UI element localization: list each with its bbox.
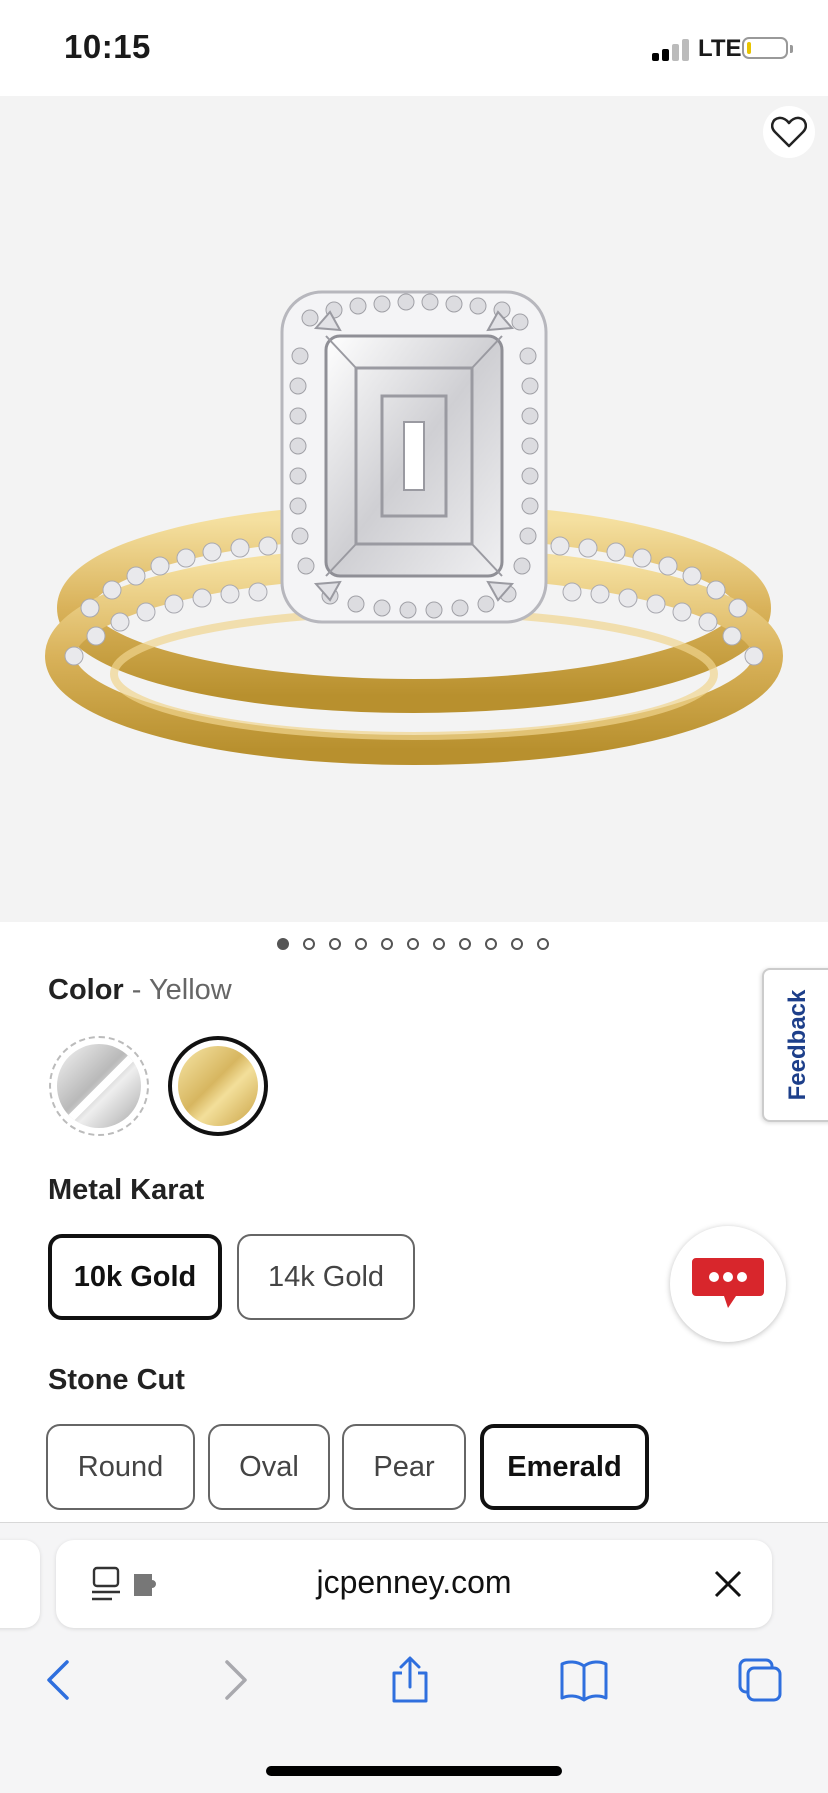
selected-color-value: Yellow — [148, 974, 232, 1006]
chevron-right-icon — [225, 1660, 247, 1700]
ring-illustration — [45, 290, 783, 765]
tabs-icon — [738, 1658, 782, 1702]
cut-option-emerald[interactable]: Emerald — [480, 1424, 649, 1510]
share-button[interactable] — [380, 1652, 440, 1708]
url-text: jcpenney.com — [316, 1564, 512, 1600]
cut-option-oval[interactable]: Oval — [208, 1424, 330, 1510]
carousel-dot[interactable] — [355, 938, 367, 950]
carousel-dot[interactable] — [329, 938, 341, 950]
home-indicator[interactable] — [266, 1766, 562, 1776]
tabs-button[interactable] — [730, 1652, 790, 1708]
carousel-dot[interactable] — [511, 938, 523, 950]
status-bar: 10:15 LTE — [0, 0, 828, 96]
back-button[interactable] — [28, 1652, 88, 1708]
carousel-dots[interactable] — [0, 938, 828, 950]
cut-option-round[interactable]: Round — [46, 1424, 195, 1510]
carousel-dot[interactable] — [407, 938, 419, 950]
address-bar[interactable]: jcpenney.com — [56, 1540, 772, 1628]
stone-cut-label-row: Stone Cut — [48, 1364, 185, 1397]
carousel-dot[interactable] — [537, 938, 549, 950]
wishlist-heart-icon[interactable] — [763, 106, 815, 158]
carousel-dot[interactable] — [277, 938, 289, 950]
feedback-tab[interactable]: Feedback — [762, 968, 828, 1122]
chevron-left-icon — [47, 1660, 69, 1700]
metal-karat-label-row: Metal Karat — [48, 1174, 204, 1207]
carousel-dot[interactable] — [381, 938, 393, 950]
cut-option-pear[interactable]: Pear — [342, 1424, 466, 1510]
battery-icon — [742, 37, 793, 59]
stone-cut-label: Stone Cut — [48, 1364, 185, 1396]
bookmarks-button[interactable] — [554, 1652, 614, 1708]
karat-option-14k[interactable]: 14k Gold — [237, 1234, 415, 1320]
cellular-signal-icon — [652, 37, 692, 61]
forward-button[interactable] — [206, 1652, 266, 1708]
metal-karat-label: Metal Karat — [48, 1174, 205, 1206]
carousel-dot[interactable] — [303, 938, 315, 950]
status-time: 10:15 — [64, 28, 151, 65]
book-icon — [560, 1660, 608, 1702]
previous-tab-peek[interactable] — [0, 1540, 40, 1628]
carousel-dot[interactable] — [459, 938, 471, 950]
carousel-dot[interactable] — [433, 938, 445, 950]
product-image[interactable] — [0, 96, 828, 922]
carousel-dot[interactable] — [485, 938, 497, 950]
chat-button[interactable] — [670, 1226, 786, 1342]
color-label-row: Color - Yellow — [48, 974, 232, 1007]
share-icon — [392, 1656, 428, 1703]
color-separator: - — [123, 974, 149, 1006]
karat-option-10k[interactable]: 10k Gold — [48, 1234, 222, 1320]
color-label: Color — [48, 974, 124, 1006]
close-icon[interactable] — [710, 1566, 746, 1602]
color-swatch-yellow[interactable] — [168, 1036, 268, 1136]
chat-bubble-icon — [692, 1258, 764, 1308]
color-swatch-white-unavailable[interactable] — [49, 1036, 149, 1136]
network-type: LTE — [698, 35, 742, 62]
feedback-label: Feedback — [784, 989, 811, 1101]
